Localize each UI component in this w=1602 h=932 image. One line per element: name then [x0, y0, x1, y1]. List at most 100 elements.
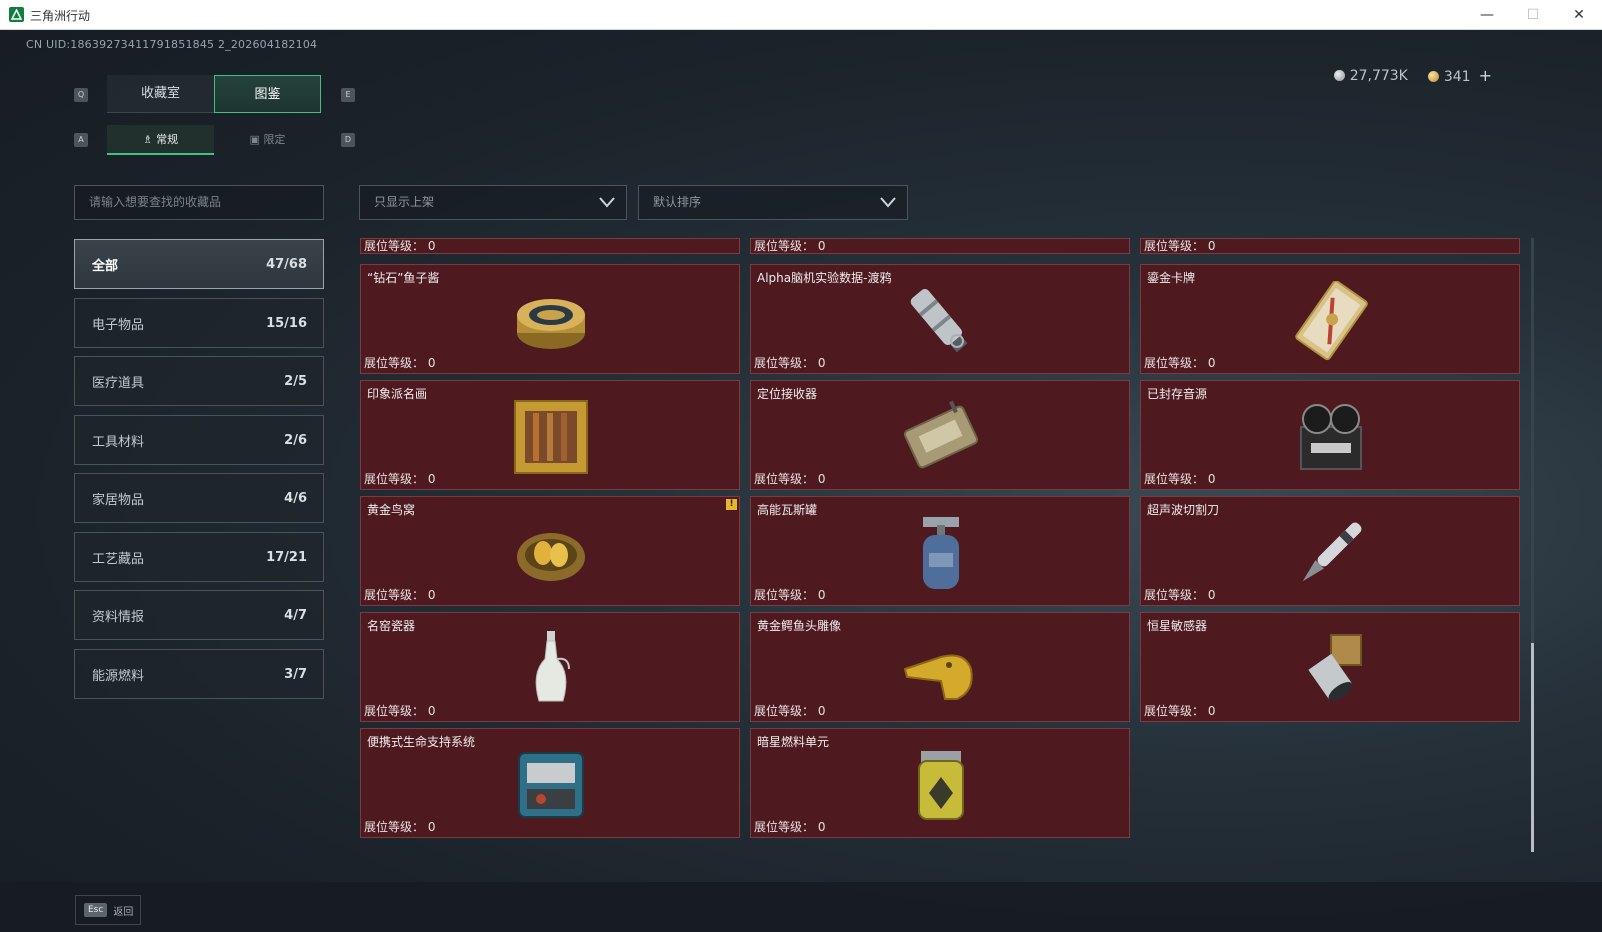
category-medical[interactable]: 医疗道具 2/5 [74, 356, 324, 406]
main-tabs: 收藏室 图鉴 [107, 75, 322, 113]
caviar-tin-icon [517, 299, 585, 349]
limited-icon: ▣ [249, 133, 264, 146]
add-currency-button[interactable]: + [1479, 66, 1492, 85]
locator-receiver-icon [903, 400, 979, 469]
item-name: 名窑瓷器 [367, 619, 416, 633]
item-grid: 展位等级： 0 展位等级： 0 展位等级： 0 “钻石”鱼子酱 展位等级： 0 … [360, 238, 1522, 852]
item-card-painting[interactable]: 印象派名画 展位等级： 0 [360, 380, 740, 490]
level-label: 展位等级： 0 [364, 704, 436, 718]
tab-limited-label: 限定 [263, 133, 286, 146]
silver-amount: 27,773K [1349, 67, 1408, 84]
close-button[interactable]: ✕ [1556, 0, 1602, 30]
item-name: 高能瓦斯罐 [757, 503, 818, 517]
item-card-gas-canister[interactable]: 高能瓦斯罐 展位等级： 0 [750, 496, 1130, 606]
key-hint-e: E [341, 88, 355, 102]
item-card-gilded-card[interactable]: 鎏金卡牌 展位等级： 0 [1140, 264, 1520, 374]
level-label: 展位等级： 0 [754, 704, 826, 718]
item-name: 暗星燃料单元 [757, 735, 830, 749]
reel-recorder-icon [1300, 404, 1362, 470]
back-label: 返回 [113, 906, 134, 918]
item-card[interactable]: 展位等级： 0 [750, 238, 1130, 254]
item-card-locator[interactable]: 定位接收器 展位等级： 0 [750, 380, 1130, 490]
player-uid: CN UID:18639273411791851845 2_2026041821… [26, 38, 318, 51]
tab-regular-label: 常规 [156, 133, 179, 146]
category-household[interactable]: 家居物品 4/6 [74, 473, 324, 523]
level-label: 展位等级： 0 [1144, 356, 1216, 370]
level-label: 展位等级： 0 [754, 588, 826, 602]
item-card-caviar[interactable]: “钻石”鱼子酱 展位等级： 0 [360, 264, 740, 374]
regular-icon: ♗ [142, 133, 157, 146]
chevron-down-icon [880, 197, 896, 208]
item-name: 鎏金卡牌 [1147, 271, 1196, 285]
category-count: 2/5 [284, 373, 307, 389]
item-card-life-support[interactable]: 便携式生命支持系统 展位等级： 0 [360, 728, 740, 838]
bottom-bar [0, 882, 1602, 932]
sort-value: 默认排序 [653, 195, 702, 209]
grid-scrollbar[interactable] [1531, 238, 1534, 852]
category-count: 15/16 [266, 315, 307, 331]
level-label: 展位等级： 0 [754, 472, 826, 486]
category-label: 工具材料 [92, 434, 145, 450]
item-card-golden-nest[interactable]: 黄金鸟窝 展位等级： 0 ! [360, 496, 740, 606]
item-card-gold-crocodile[interactable]: 黄金鳄鱼头雕像 展位等级： 0 [750, 612, 1130, 722]
item-name: 定位接收器 [757, 387, 818, 401]
category-tools[interactable]: 工具材料 2/6 [74, 415, 324, 465]
window-titlebar: 三角洲行动 — ☐ ✕ [0, 0, 1602, 30]
category-count: 2/6 [284, 432, 307, 448]
item-card-star-sensor[interactable]: 恒星敏感器 展位等级： 0 [1140, 612, 1520, 722]
key-hint-q: Q [74, 88, 88, 102]
item-name: 黄金鳄鱼头雕像 [757, 619, 842, 633]
maximize-button[interactable]: ☐ [1510, 0, 1556, 30]
minimize-button[interactable]: — [1464, 0, 1510, 30]
level-label: 展位等级： 0 [754, 820, 826, 834]
search-input[interactable]: 请输入想要查找的收藏品 [74, 185, 324, 220]
category-label: 能源燃料 [92, 668, 145, 684]
shelf-filter-dropdown[interactable]: 只显示上架 [359, 185, 627, 220]
framed-painting-icon [514, 400, 588, 474]
life-support-icon [518, 752, 584, 818]
data-capsule-icon [910, 289, 968, 353]
item-name: 便携式生命支持系统 [367, 735, 476, 749]
tab-limited[interactable]: ▣ 限定 [214, 125, 321, 155]
category-intel[interactable]: 资料情报 4/7 [74, 590, 324, 640]
item-card-fuel-cell[interactable]: 暗星燃料单元 展位等级： 0 [750, 728, 1130, 838]
scrollbar-thumb[interactable] [1531, 643, 1534, 852]
golden-nest-icon [517, 533, 585, 581]
fuel-cell-icon [918, 751, 964, 820]
level-label: 展位等级： 0 [364, 472, 436, 486]
category-count: 4/7 [284, 607, 307, 623]
category-crafts[interactable]: 工艺藏品 17/21 [74, 532, 324, 582]
tab-regular[interactable]: ♗ 常规 [107, 125, 214, 155]
warning-badge: ! [726, 499, 737, 510]
tab-collection-room[interactable]: 收藏室 [107, 75, 214, 113]
category-fuel[interactable]: 能源燃料 3/7 [74, 649, 324, 699]
window-title: 三角洲行动 [30, 9, 91, 23]
item-card-alpha-data[interactable]: Alpha脑机实验数据-渡鸦 展位等级： 0 [750, 264, 1130, 374]
sort-dropdown[interactable]: 默认排序 [638, 185, 908, 220]
app-logo-icon [9, 7, 24, 22]
item-card[interactable]: 展位等级： 0 [1140, 238, 1520, 254]
porcelain-vase-icon [535, 631, 570, 702]
item-card-porcelain[interactable]: 名窑瓷器 展位等级： 0 [360, 612, 740, 722]
tab-catalog[interactable]: 图鉴 [214, 75, 321, 113]
app-root: 三角洲行动 — ☐ ✕ CN UID:18639273411791851845 … [0, 0, 1602, 932]
item-card-ultrasonic-cutter[interactable]: 超声波切割刀 展位等级： 0 [1140, 496, 1520, 606]
level-label: 展位等级： 0 [1144, 588, 1216, 602]
gold-coin-icon [1427, 71, 1439, 82]
level-label: 展位等级： 0 [754, 356, 826, 370]
gilded-card-icon [1295, 281, 1368, 361]
gold-currency: 341 + [1427, 66, 1492, 85]
silver-coin-icon [1333, 69, 1345, 81]
category-all[interactable]: 全部 47/68 [74, 239, 324, 289]
level-label: 展位等级： 0 [364, 588, 436, 602]
item-card[interactable]: 展位等级： 0 [360, 238, 740, 254]
esc-key-hint: Esc [84, 903, 108, 917]
gold-crocodile-statue-icon [903, 654, 973, 700]
star-sensor-icon [1308, 634, 1362, 701]
back-button[interactable]: Esc 返回 [75, 895, 141, 925]
category-count: 4/6 [284, 490, 307, 506]
item-card-sealed-audio[interactable]: 已封存音源 展位等级： 0 [1140, 380, 1520, 490]
category-count: 3/7 [284, 666, 307, 682]
category-count: 17/21 [266, 549, 307, 565]
category-electronics[interactable]: 电子物品 15/16 [74, 298, 324, 348]
